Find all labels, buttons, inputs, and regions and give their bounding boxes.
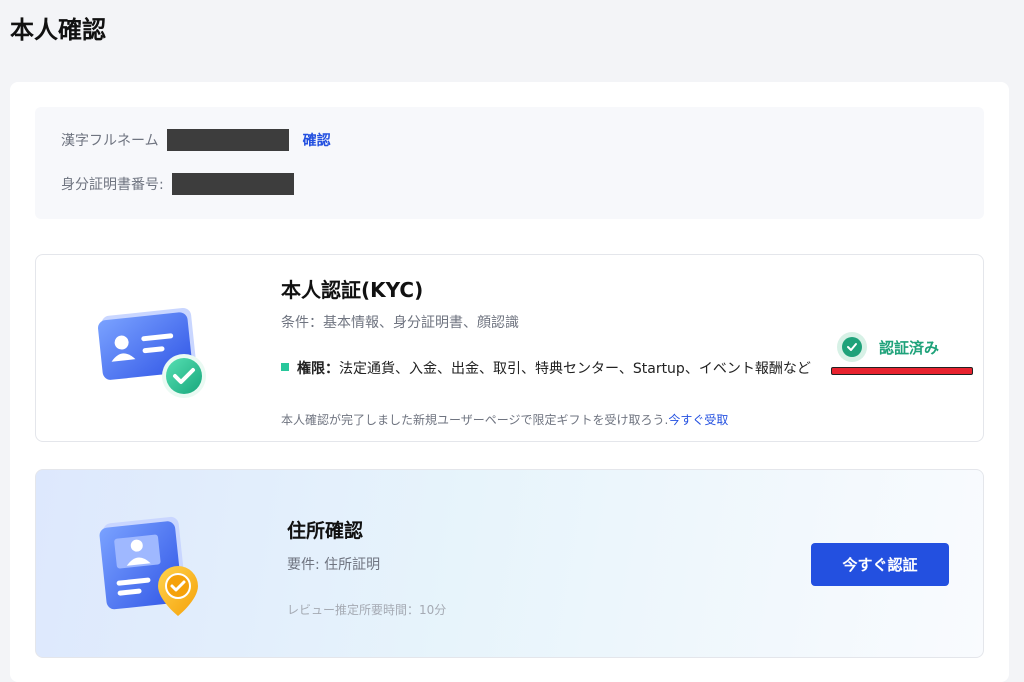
id-row: 身分証明書番号: [61, 173, 294, 195]
name-label: 漢字フルネーム [61, 133, 159, 149]
status-verified-text: 認証済み [879, 338, 940, 357]
confirm-name-link[interactable]: 確認 [303, 130, 331, 150]
kyc-status: 認証済み [837, 332, 939, 362]
address-card: 住所確認 要件: 住所証明 レビュー推定所要時間：10分 今すぐ認証 [35, 469, 984, 658]
name-redacted-value [166, 129, 289, 151]
verify-now-button[interactable]: 今すぐ認証 [811, 543, 949, 586]
id-label: 身分証明書番号: [61, 177, 164, 193]
claim-gift-link[interactable]: 今すぐ受取 [668, 413, 728, 427]
permission-text: 法定通貨、入金、出金、取引、特典センター、Startup、イベント報酬など [339, 361, 811, 377]
bullet-icon [281, 363, 289, 371]
id-redacted-value [171, 173, 294, 195]
kyc-card: 本人認証(KYC) 条件：基本情報、身分証明書、顔認識 権限：法定通貨、入金、出… [35, 254, 984, 442]
status-highlight-underline [831, 367, 973, 375]
review-time: レビュー推定所要時間：10分 [287, 603, 447, 617]
identity-info-box: 漢字フルネーム 確認 身分証明書番号: [35, 107, 984, 219]
id-card-check-icon [96, 300, 216, 404]
check-circle-icon [837, 332, 867, 362]
kyc-title: 本人認証(KYC) [281, 278, 424, 302]
gift-notice: 本人確認が完了しました新規ユーザーページで限定ギフトを受け取ろう.今すぐ受取 [281, 411, 728, 428]
address-requirement: 要件: 住所証明 [287, 557, 381, 573]
name-row: 漢字フルネーム 確認 [61, 129, 331, 151]
id-card-location-pin-icon [98, 512, 218, 626]
kyc-permissions: 権限：法定通貨、入金、出金、取引、特典センター、Startup、イベント報酬など [281, 358, 841, 380]
kyc-condition: 条件：基本情報、身分証明書、顔認識 [281, 315, 519, 331]
gift-text: 本人確認が完了しました新規ユーザーページで限定ギフトを受け取ろう. [281, 413, 669, 427]
address-title: 住所確認 [287, 520, 364, 542]
permission-label: 権限： [297, 361, 339, 377]
verification-panel: 漢字フルネーム 確認 身分証明書番号: 本人認証(KYC) 条件：基本情報、身分… [10, 82, 1009, 682]
page-title: 本人確認 [10, 16, 106, 44]
